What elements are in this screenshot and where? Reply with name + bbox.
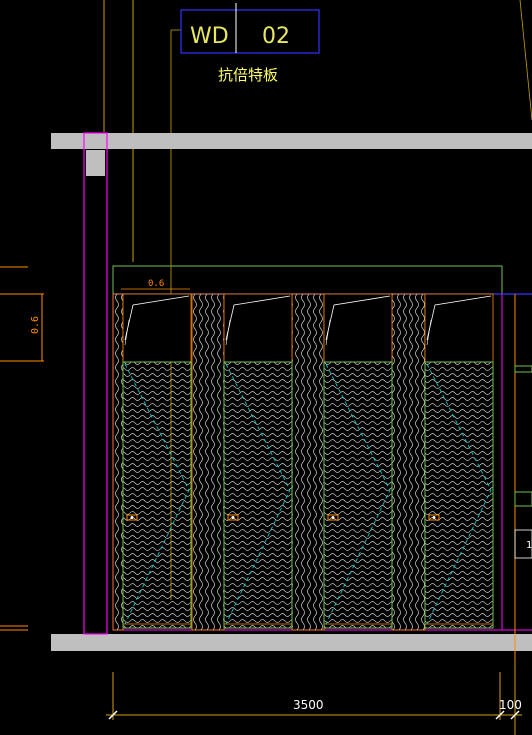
- door-3[interactable]: [323, 293, 393, 629]
- right-panel: [514, 365, 532, 373]
- pilaster: [391, 293, 426, 631]
- left-height-label: 0.6: [30, 316, 41, 334]
- pilaster: [291, 293, 325, 631]
- door-transom: [323, 293, 393, 363]
- cad-drawing: WD 02 抗倍特板 0.6 0.6 1 3500 100: [0, 0, 532, 735]
- material-tag[interactable]: WD 02 抗倍特板: [180, 3, 320, 84]
- pilaster: [191, 293, 225, 631]
- overall-width-label: 3500: [293, 698, 324, 712]
- door-transom: [122, 293, 192, 363]
- wall-column: [83, 132, 108, 635]
- right-cut-label: 1: [526, 540, 532, 551]
- door-2[interactable]: [223, 293, 293, 629]
- door-1[interactable]: [122, 293, 192, 629]
- door-4[interactable]: [424, 293, 494, 629]
- ceiling-slab: [51, 133, 532, 149]
- right-offset-label: 100: [499, 698, 522, 712]
- door-leaf: [122, 361, 192, 629]
- tag-material-label: 抗倍特板: [218, 66, 278, 84]
- door-transom: [424, 293, 494, 363]
- door-leaf: [424, 361, 494, 629]
- column-cap: [86, 150, 105, 176]
- left-height-dimension: 0.6: [0, 266, 44, 631]
- door-leaf: [223, 361, 293, 629]
- top-width-dimension: 0.6: [121, 279, 190, 290]
- pilaster: [112, 293, 124, 631]
- top-height-label: 0.6: [148, 279, 164, 289]
- tag-code: WD: [190, 24, 229, 49]
- door-transom: [223, 293, 293, 363]
- right-panel: [514, 491, 532, 507]
- tag-number: 02: [262, 24, 290, 49]
- bottom-width-dimension: 3500 100: [106, 660, 522, 735]
- door-leaf: [323, 361, 393, 629]
- leader-line: [519, 0, 532, 121]
- floor-slab: [51, 634, 532, 651]
